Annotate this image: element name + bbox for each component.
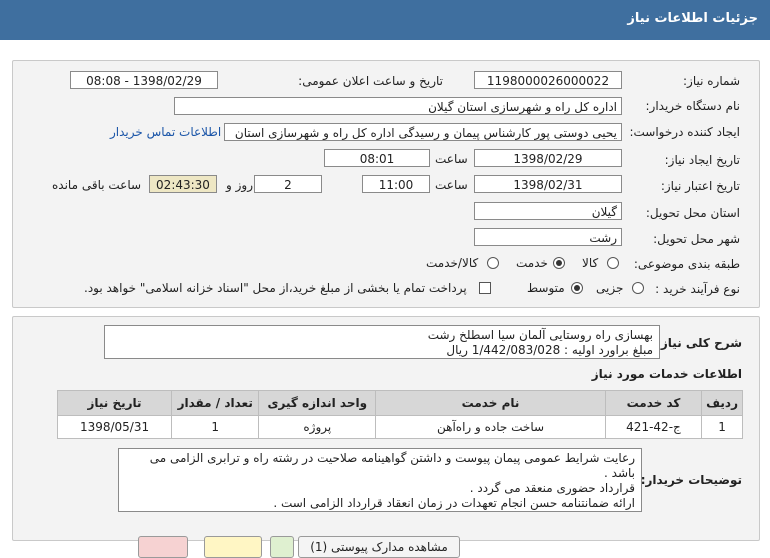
process-medium-radio[interactable] bbox=[571, 282, 583, 294]
city-field: رشت bbox=[474, 228, 622, 246]
notes-line-2: قرارداد حضوری منعقد می گردد . bbox=[469, 481, 635, 495]
validity-label: تاریخ اعتبار نیاز: bbox=[660, 179, 740, 193]
notes-text: رعایت شرایط عمومی پیمان پیوست و داشتن گو… bbox=[118, 448, 642, 512]
category-both-radio[interactable] bbox=[487, 257, 499, 269]
yellow-button[interactable] bbox=[204, 536, 262, 558]
buyer-org-field: اداره کل راه و شهرسازی استان گیلان bbox=[174, 97, 622, 115]
days-label: روز و bbox=[226, 178, 253, 192]
validity-time-field: 11:00 bbox=[362, 175, 430, 193]
green-button[interactable] bbox=[270, 536, 294, 558]
category-goods-radio[interactable] bbox=[607, 257, 619, 269]
col-need-date: تاریخ نیاز bbox=[56, 390, 173, 416]
treasury-payment-checkbox[interactable] bbox=[479, 282, 491, 294]
remaining-days-field: 2 bbox=[254, 175, 322, 193]
process-label: نوع فرآیند خرید : bbox=[655, 282, 740, 296]
notes-line-3: ارائه ضمانتنامه حسن انجام تعهدات در زمان… bbox=[273, 496, 635, 510]
view-attachments-button[interactable]: مشاهده مدارک پیوستی (1) bbox=[298, 536, 460, 558]
created-date-field: 1398/02/29 bbox=[474, 149, 622, 167]
city-label: شهر محل تحویل: bbox=[653, 232, 740, 246]
category-goods-label: کالا bbox=[582, 256, 599, 270]
treasury-payment-note: پرداخت تمام یا بخشی از مبلغ خرید،از محل … bbox=[84, 281, 467, 295]
need-number-field: 1198000026000022 bbox=[474, 71, 622, 89]
col-unit: واحد اندازه گیری bbox=[258, 390, 377, 416]
services-title: اطلاعات خدمات مورد نیاز bbox=[591, 367, 742, 381]
process-minor-radio[interactable] bbox=[632, 282, 644, 294]
created-time-label: ساعت bbox=[435, 152, 468, 166]
category-service-radio[interactable] bbox=[553, 257, 565, 269]
created-label: تاریخ ایجاد نیاز: bbox=[664, 153, 740, 167]
need-number-label: شماره نیاز: bbox=[683, 74, 740, 88]
col-row: ردیف bbox=[701, 390, 743, 416]
province-field: گیلان bbox=[474, 202, 622, 220]
title-bar: جزئیات اطلاعات نیاز bbox=[0, 0, 770, 40]
summary-line-1: بهسازی راه روستایی آلمان سیا اسطلخ رشت bbox=[427, 328, 653, 342]
services-table: ردیف کد خدمت نام خدمت واحد اندازه گیری ت… bbox=[56, 390, 743, 439]
province-label: استان محل تحویل: bbox=[645, 206, 740, 220]
requester-field: یحیی دوستی پور کارشناس پیمان و رسیدگی اد… bbox=[224, 123, 622, 141]
validity-time-label: ساعت bbox=[435, 178, 468, 192]
notes-line-1: رعایت شرایط عمومی پیمان پیوست و داشتن گو… bbox=[149, 451, 635, 480]
cell-quantity: 1 bbox=[171, 415, 260, 439]
services-header-row: ردیف کد خدمت نام خدمت واحد اندازه گیری ت… bbox=[56, 390, 743, 416]
notes-label: توضیحات خریدار: bbox=[640, 473, 742, 487]
category-label: طبقه بندی موضوعی: bbox=[633, 257, 740, 271]
buyer-org-label: نام دستگاه خریدار: bbox=[645, 99, 741, 113]
cell-service-name: ساخت جاده و راه‌آهن bbox=[375, 415, 606, 439]
process-medium-label: متوسط bbox=[527, 281, 565, 295]
remaining-label: ساعت باقی مانده bbox=[52, 178, 142, 192]
red-button[interactable] bbox=[138, 536, 188, 558]
category-both-label: کالا/خدمت bbox=[426, 256, 479, 270]
table-row: 1 ج-42-421 ساخت جاده و راه‌آهن پروژه 1 1… bbox=[56, 415, 743, 439]
col-service-code: کد خدمت bbox=[604, 390, 703, 416]
category-service-label: خدمت bbox=[516, 256, 548, 270]
created-time-field: 08:01 bbox=[324, 149, 430, 167]
cell-row: 1 bbox=[701, 415, 743, 439]
announce-label: تاریخ و ساعت اعلان عمومی: bbox=[298, 74, 443, 88]
col-quantity: تعداد / مقدار bbox=[171, 390, 260, 416]
page-title: جزئیات اطلاعات نیاز bbox=[627, 11, 758, 26]
cell-need-date: 1398/05/31 bbox=[56, 415, 173, 439]
buyer-contact-link[interactable]: اطلاعات تماس خریدار bbox=[110, 125, 221, 139]
col-service-name: نام خدمت bbox=[375, 390, 606, 416]
remaining-time-field: 02:43:30 bbox=[149, 175, 217, 193]
summary-line-2: مبلغ براورد اولیه : 1/442/083/028 ریال bbox=[446, 343, 653, 357]
summary-label: شرح کلی نیاز: bbox=[656, 336, 742, 350]
summary-text: بهسازی راه روستایی آلمان سیا اسطلخ رشت م… bbox=[104, 325, 660, 359]
cell-unit: پروژه bbox=[258, 415, 377, 439]
cell-service-code: ج-42-421 bbox=[604, 415, 703, 439]
process-minor-label: جزیی bbox=[596, 281, 624, 295]
requester-label: ایجاد کننده درخواست: bbox=[629, 125, 740, 139]
announce-field: 1398/02/29 - 08:08 bbox=[70, 71, 218, 89]
validity-date-field: 1398/02/31 bbox=[474, 175, 622, 193]
